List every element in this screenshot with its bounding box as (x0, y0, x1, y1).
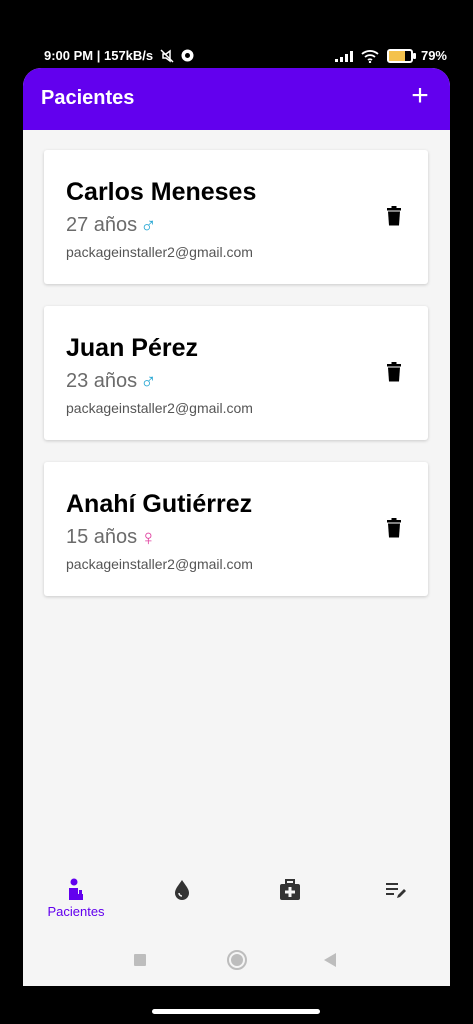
status-time: 9:00 PM | 157kB/s (44, 48, 154, 63)
battery-level: 79% (420, 48, 447, 63)
nav-item-medical[interactable] (250, 878, 330, 902)
patient-age: 23 años (66, 370, 138, 392)
patient-age-line: 23 años ♂ (66, 370, 157, 393)
gesture-pill[interactable] (152, 1009, 320, 1014)
status-right: 79% (334, 48, 447, 63)
page-title: Pacientes (41, 87, 135, 109)
patient-age: 27 años (66, 214, 138, 236)
nav-item-notes[interactable] (356, 878, 436, 902)
delete-icon[interactable] (386, 362, 402, 382)
patient-email: packageinstaller2@gmail.com (66, 244, 253, 260)
back-button[interactable] (323, 952, 337, 968)
system-navigation-bar (23, 934, 450, 986)
patient-name: Juan Pérez (66, 334, 199, 362)
edit-list-icon (386, 883, 406, 898)
male-icon: ♂ (140, 368, 157, 394)
mute-icon (160, 48, 174, 63)
wifi-icon (361, 49, 379, 63)
nav-item-pacientes[interactable]: Pacientes (36, 878, 116, 919)
app-bar: Pacientes + (23, 68, 450, 130)
patient-list: Carlos Meneses 27 años ♂ packageinstalle… (23, 130, 450, 596)
patient-icon (69, 878, 83, 900)
patient-age-line: 27 años ♂ (66, 214, 157, 237)
delete-icon[interactable] (386, 518, 402, 538)
patient-name: Carlos Meneses (66, 178, 257, 206)
patient-card[interactable]: Juan Pérez 23 años ♂ packageinstaller2@g… (44, 306, 428, 440)
male-icon: ♂ (140, 212, 157, 238)
nav-label-pacientes: Pacientes (47, 904, 105, 919)
female-icon: ♀ (140, 524, 157, 550)
patient-card[interactable]: Carlos Meneses 27 años ♂ packageinstalle… (44, 150, 428, 284)
app-notification-icon (181, 49, 194, 62)
patient-age-line: 15 años ♀ (66, 526, 157, 549)
medical-kit-icon (280, 879, 300, 900)
patient-email: packageinstaller2@gmail.com (66, 556, 253, 572)
status-bar: 9:00 PM | 157kB/s 79% (0, 0, 473, 68)
status-left: 9:00 PM | 157kB/s (44, 48, 194, 63)
drop-icon (175, 880, 189, 900)
app-screen: Pacientes + Carlos Meneses 27 años ♂ pac… (23, 68, 450, 986)
recents-button[interactable] (133, 953, 147, 967)
patient-age: 15 años (66, 526, 138, 548)
delete-icon[interactable] (386, 206, 402, 226)
patient-card[interactable]: Anahí Gutiérrez 15 años ♀ packageinstall… (44, 462, 428, 596)
battery-icon (386, 48, 416, 63)
bottom-navigation: Pacientes (23, 870, 450, 934)
home-button[interactable] (226, 949, 248, 971)
signal-icon (334, 50, 353, 62)
add-patient-button[interactable]: + (404, 81, 436, 113)
patient-email: packageinstaller2@gmail.com (66, 400, 253, 416)
patient-name: Anahí Gutiérrez (66, 490, 253, 518)
nav-item-drop[interactable] (142, 878, 222, 902)
